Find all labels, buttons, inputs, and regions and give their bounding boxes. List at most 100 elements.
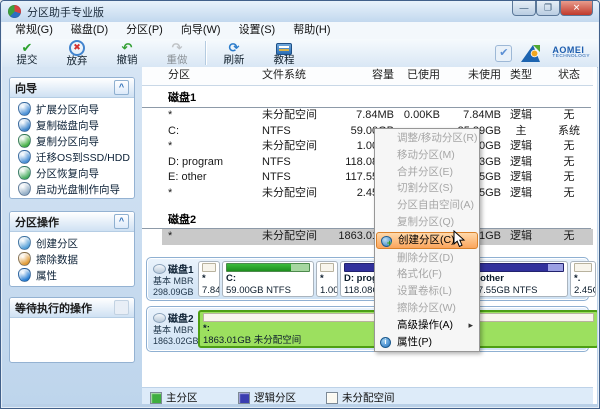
toolbar-right: ✔ AOMEI TECHNOLOGY: [495, 42, 598, 64]
license-check-icon[interactable]: ✔: [495, 45, 512, 62]
usage-bar: [226, 263, 310, 272]
partition-row[interactable]: *未分配空间1.00GB1.00GB逻辑无: [142, 139, 593, 155]
disk-icon: [153, 313, 166, 323]
partition-row[interactable]: *未分配空间2.45GB2.45GB逻辑无: [142, 186, 593, 202]
partition-row[interactable]: E: otherNTFS117.55GB101.95GB逻辑无: [142, 170, 593, 186]
menu-item-3[interactable]: 向导(W): [172, 22, 230, 39]
column-header-0: 分区: [168, 67, 260, 84]
partition-block[interactable]: C:59.00GB NTFS: [222, 261, 314, 297]
sidebar-wizard-item-0[interactable]: 扩展分区向导: [10, 101, 134, 117]
sidebar-wizard-item-3[interactable]: 迁移OS到SSD/HDD: [10, 149, 134, 165]
maximize-button[interactable]: ❐: [536, 1, 560, 16]
column-header-4: 未使用: [442, 67, 501, 84]
commit-check-icon: ✔: [22, 41, 33, 55]
create-partition-icon: [18, 236, 31, 250]
disk-label[interactable]: 磁盘2基本 MBR1863.02GB: [153, 310, 195, 348]
cell-type: 主: [504, 124, 538, 139]
sidebar-wizard-item-5-label: 启动光盘制作向导: [36, 182, 120, 197]
sidebar-wizard-item-5[interactable]: 启动光盘制作向导: [10, 181, 134, 197]
wipe-data-icon: [18, 252, 31, 266]
cell-status: 无: [546, 170, 592, 185]
menu-item-2[interactable]: 分区(P): [117, 22, 172, 39]
disk-label[interactable]: 磁盘1基本 MBR298.09GB: [153, 261, 195, 297]
disk-panel: 磁盘1基本 MBR298.09GB*7.84MBC:59.00GB NTFS*1…: [146, 257, 589, 301]
sidebar-op-item-0[interactable]: 创建分区: [10, 235, 134, 251]
close-button[interactable]: ✕: [560, 1, 593, 16]
toolbar: ✔提交✖放弃↶撤销↷重做⟳刷新教程 ✔ AOMEI TECHNOLOGY: [2, 39, 598, 68]
brand-sub: TECHNOLOGY: [552, 55, 590, 60]
cell-capacity: 7.84MB: [328, 108, 394, 123]
sidebar-op-item-1-label: 擦除数据: [36, 252, 78, 267]
create-partition-icon: [381, 236, 392, 247]
menu-item-0[interactable]: 常规(G): [6, 22, 62, 39]
partition-row[interactable]: C:NTFS59.00GB35.39GB主系统: [142, 124, 593, 140]
cell-status: 系统: [546, 124, 592, 139]
commit-button[interactable]: ✔提交: [2, 41, 52, 66]
collapse-chevron-icon[interactable]: ^: [114, 214, 129, 229]
sidebar-wizard-item-4[interactable]: 分区恢复向导: [10, 165, 134, 181]
menu-item-1[interactable]: 磁盘(D): [62, 22, 117, 39]
tutorial-icon: [276, 43, 292, 55]
commit-button-label: 提交: [17, 55, 38, 66]
partition-row[interactable]: *未分配空间1863.01GB1863.01GB逻辑无: [142, 229, 593, 245]
logical-partition-swatch: [238, 392, 250, 404]
block-size: 7.84MB: [202, 285, 216, 296]
partition-ops-panel-title: 分区操作: [15, 214, 114, 230]
sidebar-op-item-2-label: 属性: [36, 268, 57, 283]
undo-button[interactable]: ↶撤销: [102, 41, 152, 66]
properties-icon: [18, 268, 31, 282]
sidebar-wizard-item-1-label: 复制磁盘向导: [36, 118, 99, 133]
context-menu-item-11[interactable]: 高级操作(A)▸: [376, 317, 478, 334]
window-controls: — ❐ ✕: [512, 1, 593, 16]
minimize-icon: —: [520, 4, 529, 13]
partition-row[interactable]: D: programNTFS118.08GB61.53GB逻辑无: [142, 155, 593, 171]
legend-item: 逻辑分区: [238, 390, 296, 404]
disk-panel: 磁盘2基本 MBR1863.02GB*:1863.01GB 未分配空间: [146, 306, 589, 352]
partition-table-header: 分区文件系统容量已使用未使用类型状态: [142, 67, 593, 86]
sidebar-wizard-item-2[interactable]: 复制分区向导: [10, 133, 134, 149]
context-menu-item-9: 设置卷标(L): [376, 283, 478, 300]
app-icon: [8, 5, 21, 18]
refresh-button[interactable]: ⟳刷新: [209, 41, 259, 66]
sidebar: 向导 ^ 扩展分区向导复制磁盘向导复制分区向导迁移OS到SSD/HDD分区恢复向…: [2, 67, 143, 404]
window-title: 分区助手专业版: [27, 4, 104, 20]
context-menu-item-12[interactable]: i属性(P): [376, 334, 478, 351]
tutorial-button[interactable]: 教程: [259, 41, 309, 66]
context-menu-item-4: 分区自由空间(A): [376, 197, 478, 214]
minimize-button[interactable]: —: [512, 1, 536, 16]
sidebar-op-item-2[interactable]: 属性: [10, 267, 134, 283]
cell-type: 逻辑: [504, 139, 538, 154]
collapse-chevron-icon[interactable]: ^: [114, 80, 129, 95]
undo-button-label: 撤销: [117, 55, 138, 66]
cell-type: 逻辑: [504, 186, 538, 201]
partition-block[interactable]: *7.84MB: [198, 261, 220, 297]
sidebar-wizard-item-4-label: 分区恢复向导: [36, 166, 99, 181]
titlebar[interactable]: 分区助手专业版 — ❐ ✕: [1, 1, 599, 22]
sidebar-wizard-item-0-label: 扩展分区向导: [36, 102, 99, 117]
partition-row[interactable]: *未分配空间7.84MB0.00KB7.84MB逻辑无: [142, 108, 593, 124]
block-label: *: [320, 273, 334, 285]
cell-unused: 7.84MB: [442, 108, 501, 123]
discard-button[interactable]: ✖放弃: [52, 40, 102, 67]
column-header-3: 已使用: [398, 67, 440, 84]
sidebar-wizard-item-2-label: 复制分区向导: [36, 134, 99, 149]
partition-block[interactable]: *.2.45GB: [570, 261, 596, 297]
cell-partition: D: program: [168, 155, 260, 170]
partition-ops-panel-header[interactable]: 分区操作 ^: [10, 212, 134, 232]
menu-item-4[interactable]: 设置(S): [230, 22, 285, 39]
sidebar-op-item-1[interactable]: 擦除数据: [10, 251, 134, 267]
partition-block[interactable]: *1.00GB: [316, 261, 338, 297]
pending-operations-header[interactable]: 等待执行的操作 ^: [10, 298, 134, 318]
cell-partition: C:: [168, 124, 260, 139]
discard-button-label: 放弃: [67, 56, 88, 67]
context-menu-item-2: 合并分区(E): [376, 164, 478, 181]
context-menu-item-3: 切割分区(S): [376, 180, 478, 197]
menu-item-5[interactable]: 帮助(H): [284, 22, 339, 39]
disk-name: 磁盘1: [168, 261, 194, 276]
sidebar-wizard-item-1[interactable]: 复制磁盘向导: [10, 117, 134, 133]
context-menu-item-1: 移动分区(M): [376, 147, 478, 164]
wizards-panel-header[interactable]: 向导 ^: [10, 78, 134, 98]
usage-bar: [468, 263, 564, 272]
migrate-os-icon: [18, 150, 31, 164]
legend-item: 主分区: [150, 390, 198, 404]
